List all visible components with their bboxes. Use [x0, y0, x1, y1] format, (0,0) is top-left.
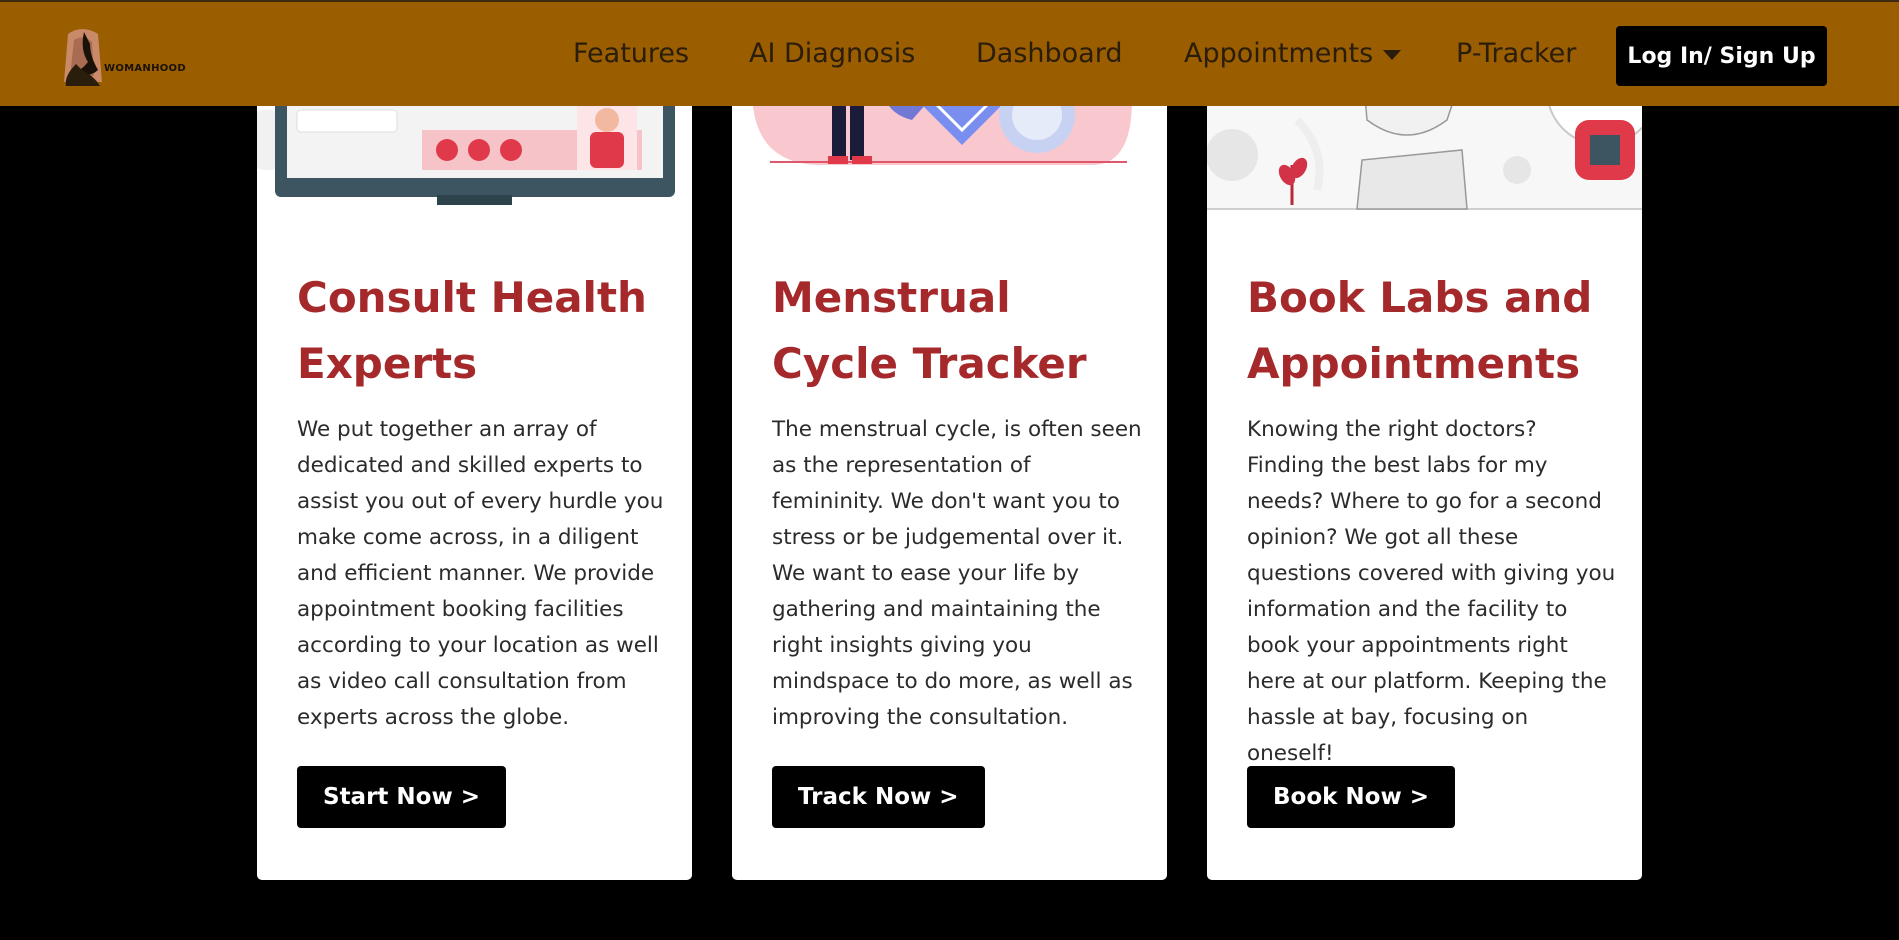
- card-title: Book Labs and Appointments: [1247, 273, 1593, 388]
- card-title: Consult Health Experts: [297, 273, 647, 388]
- nav-dashboard[interactable]: Dashboard: [976, 38, 1122, 69]
- book-now-button[interactable]: Book Now >: [1247, 766, 1456, 828]
- feature-card-consult: Consult Health Experts We put together a…: [257, 60, 692, 880]
- womanhood-logo[interactable]: [60, 26, 190, 90]
- nav-features[interactable]: Features: [573, 38, 689, 69]
- login-signup-button[interactable]: Log In/ Sign Up: [1616, 26, 1827, 86]
- nav-ai-diagnosis[interactable]: AI Diagnosis: [749, 38, 915, 69]
- card-description: We put together an array of dedicated an…: [297, 417, 664, 730]
- nav-appointments[interactable]: Appointments: [1184, 38, 1402, 69]
- logo-wordmark: WOMANHOOD: [104, 63, 186, 74]
- track-now-button[interactable]: Track Now >: [772, 766, 985, 828]
- card-title: Menstrual Cycle Tracker: [772, 273, 1087, 388]
- nav-p-tracker[interactable]: P-Tracker: [1456, 38, 1576, 69]
- start-now-button[interactable]: Start Now >: [297, 766, 507, 828]
- card-description: Knowing the right doctors? Finding the b…: [1247, 417, 1616, 766]
- caret-down-icon: [1383, 49, 1402, 60]
- feature-card-tracker: Menstrual Cycle Tracker The menstrual cy…: [732, 60, 1167, 880]
- nav-appointments-label: Appointments: [1184, 38, 1374, 69]
- feature-card-labs: Book Labs and Appointments Knowing the r…: [1207, 60, 1642, 880]
- top-navbar: WOMANHOOD Features AI Diagnosis Dashboar…: [0, 0, 1899, 106]
- card-description: The menstrual cycle, is often seen as th…: [772, 417, 1142, 730]
